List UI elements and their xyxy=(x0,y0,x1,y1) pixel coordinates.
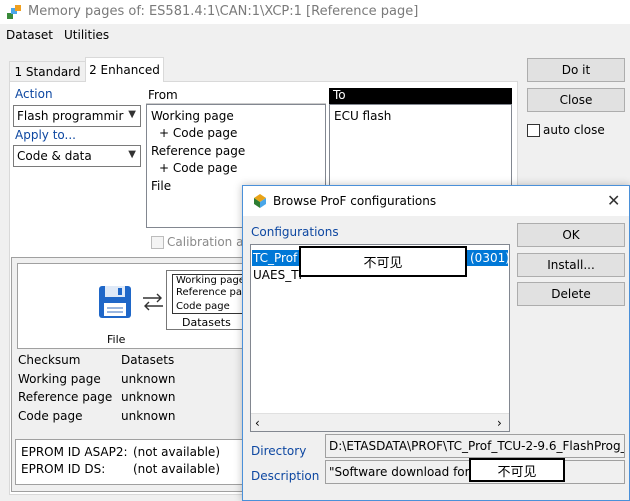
directory-label: Directory xyxy=(251,444,307,458)
redaction-box: 不可见 xyxy=(469,458,565,482)
tab-standard[interactable]: 1 Standard xyxy=(9,61,86,81)
datasets-caption: Datasets xyxy=(182,316,231,329)
diagram-line: Code page xyxy=(176,301,230,312)
status-table: Checksum Datasets Working page unknown R… xyxy=(18,353,176,423)
to-header: To xyxy=(329,88,512,104)
list-item[interactable]: + Code page xyxy=(159,126,237,140)
action-label: Action xyxy=(15,87,53,101)
install-button[interactable]: Install... xyxy=(517,253,625,277)
window-title: Memory pages of: ES581.4:1\CAN:1\XCP:1 [… xyxy=(28,4,419,19)
dialog-title: Browse ProF configurations xyxy=(273,194,437,208)
close-button[interactable]: Close xyxy=(527,88,625,112)
to-list[interactable]: ECU flash xyxy=(329,104,512,190)
delete-button[interactable]: Delete xyxy=(517,282,625,306)
auto-close-label: auto close xyxy=(543,123,605,137)
description-label: Description xyxy=(251,469,320,483)
directory-field[interactable]: D:\ETASDATA\PROF\TC_Prof_TCU-2-9.6_Flash… xyxy=(325,434,625,458)
dialog-title-bar: Browse ProF configurations ✕ xyxy=(243,186,629,216)
file-caption: File xyxy=(107,333,126,346)
diagram-line: Working page xyxy=(176,275,245,286)
scroll-right-icon[interactable]: › xyxy=(497,416,502,430)
calibration-label: Calibration ac xyxy=(167,235,251,249)
app-icon xyxy=(6,4,22,20)
do-it-button[interactable]: Do it xyxy=(527,58,625,82)
swap-arrows-icon xyxy=(141,292,165,312)
diagram-line: Reference pa xyxy=(176,287,243,298)
apply-to-label: Apply to... xyxy=(15,128,76,142)
configurations-label: Configurations xyxy=(251,225,339,239)
scroll-left-icon[interactable]: ‹ xyxy=(255,416,260,430)
menu-utilities[interactable]: Utilities xyxy=(64,28,109,42)
redaction-box: 不可见 xyxy=(299,246,467,277)
apply-to-select[interactable]: Code & data ▼ xyxy=(13,145,141,167)
chevron-down-icon: ▼ xyxy=(128,149,136,160)
list-item[interactable]: Working page xyxy=(151,109,234,123)
horizontal-scrollbar[interactable]: ‹ › xyxy=(251,413,509,431)
close-icon[interactable]: ✕ xyxy=(607,191,620,210)
auto-close-checkbox[interactable] xyxy=(527,124,540,137)
eprom-box: EPROM ID ASAP2: (not available) EPROM ID… xyxy=(15,439,245,485)
list-item[interactable]: ECU flash xyxy=(334,109,391,123)
menu-bar: Dataset Utilities xyxy=(0,26,630,46)
list-item[interactable]: File xyxy=(151,179,171,193)
tab-enhanced[interactable]: 2 Enhanced xyxy=(85,57,164,82)
ok-button[interactable]: OK xyxy=(517,223,625,247)
menu-dataset[interactable]: Dataset xyxy=(6,28,53,42)
action-select[interactable]: Flash programmir ▼ xyxy=(13,105,141,127)
title-bar: Memory pages of: ES581.4:1\CAN:1\XCP:1 [… xyxy=(0,0,630,24)
from-header: From xyxy=(146,88,326,104)
calibration-checkbox[interactable] xyxy=(151,236,164,249)
browse-prof-dialog: Browse ProF configurations ✕ Configurati… xyxy=(242,185,630,501)
list-item[interactable]: + Code page xyxy=(159,161,237,175)
datasets-frame: Working page Reference pa Code page xyxy=(172,274,246,314)
list-item[interactable]: Reference page xyxy=(151,144,245,158)
chevron-down-icon: ▼ xyxy=(128,109,136,120)
floppy-disk-icon xyxy=(97,284,133,320)
prof-icon xyxy=(252,193,268,209)
